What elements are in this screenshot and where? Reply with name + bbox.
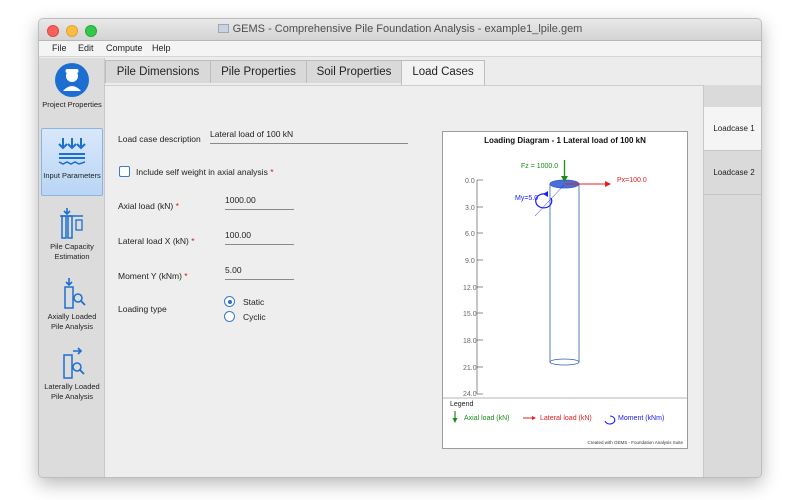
lateral-load-label-text: Lateral load X (kN) bbox=[118, 236, 189, 246]
self-weight-label: Include self weight in axial analysis * bbox=[136, 167, 274, 177]
moment-value: 5.00 bbox=[225, 265, 242, 275]
lateral-load-arrowhead bbox=[605, 181, 611, 187]
sidebar-item-label: Laterally Loaded Pile Analysis bbox=[44, 382, 100, 401]
legend-axial-label: Axial load (kN) bbox=[464, 415, 510, 422]
axial-load-input[interactable]: 1000.00 bbox=[225, 195, 294, 210]
moment-arrowhead bbox=[543, 191, 548, 197]
loadcase-sidebar: Loadcase 1 Loadcase 2 bbox=[703, 85, 761, 477]
axial-load-label-text: Axial load (kN) bbox=[118, 201, 174, 211]
sidebar-item-label: Pile Capacity Estimation bbox=[50, 242, 94, 261]
lateral-load-label: Lateral load X (kN) * bbox=[118, 236, 195, 246]
sidebar-item-label: Axially Loaded Pile Analysis bbox=[47, 312, 97, 331]
tab-load-cases[interactable]: Load Cases bbox=[401, 60, 485, 86]
tab-soil-properties[interactable]: Soil Properties bbox=[306, 60, 402, 83]
menu-compute[interactable]: Compute bbox=[106, 43, 143, 53]
required-mark: * bbox=[175, 201, 179, 211]
axial-load-label: Axial load (kN) * bbox=[118, 201, 179, 211]
my-label: My=5.0 bbox=[515, 195, 538, 202]
lateral-pile-icon bbox=[63, 347, 85, 379]
title-bar: GEMS - Comprehensive Pile Foundation Ana… bbox=[39, 19, 761, 41]
legend-lateral-label: Lateral load (kN) bbox=[540, 415, 592, 422]
diagram-title: Loading Diagram - 1 Lateral load of 100 … bbox=[484, 136, 646, 145]
sidebar-item-pile-capacity[interactable]: Pile Capacity Estimation bbox=[41, 204, 103, 270]
axial-pile-icon bbox=[64, 278, 86, 309]
depth-tick-label: 0.0 bbox=[465, 178, 475, 185]
radio-static[interactable] bbox=[224, 296, 235, 307]
pile-bottom bbox=[549, 358, 580, 366]
sidebar-item-label: Project Properties bbox=[42, 100, 102, 110]
sidebar-item-lateral-pile[interactable]: Laterally Loaded Pile Analysis bbox=[41, 344, 103, 410]
menu-bar: File Edit Compute Help bbox=[39, 41, 761, 57]
download-load-icon bbox=[58, 138, 86, 165]
depth-tick-label: 15.0 bbox=[463, 311, 477, 318]
diagram-footer: Created with GEMS - Foundation Analysis … bbox=[587, 440, 683, 445]
axial-load-value: 1000.00 bbox=[225, 195, 256, 205]
depth-tick-label: 3.0 bbox=[465, 205, 475, 212]
left-sidebar: Project Properties Input Parameters Pile… bbox=[39, 58, 105, 477]
loading-diagram-canvas: Loading Diagram - 1 Lateral load of 100 … bbox=[443, 136, 687, 445]
radio-cyclic-label: Cyclic bbox=[243, 312, 266, 322]
app-window: GEMS - Comprehensive Pile Foundation Ana… bbox=[38, 18, 762, 478]
moment-label-text: Moment Y (kNm) bbox=[118, 271, 182, 281]
depth-tick-label: 18.0 bbox=[463, 338, 477, 345]
depth-tick-label: 21.0 bbox=[463, 365, 477, 372]
description-value: Lateral load of 100 kN bbox=[210, 129, 294, 139]
loadcase-tab-1[interactable]: Loadcase 1 bbox=[704, 107, 761, 151]
menu-file[interactable]: File bbox=[52, 43, 67, 53]
menu-help[interactable]: Help bbox=[152, 43, 171, 53]
moment-label: Moment Y (kNm) * bbox=[118, 271, 188, 281]
description-label: Load case description bbox=[118, 134, 201, 144]
fz-label: Fz = 1000.0 bbox=[521, 163, 558, 170]
loading-type-label: Loading type bbox=[118, 304, 167, 314]
loading-diagram: Loading Diagram - 1 Lateral load of 100 … bbox=[442, 131, 688, 449]
lateral-load-value: 100.00 bbox=[225, 230, 251, 240]
load-cases-panel: Load case description Lateral load of 10… bbox=[105, 85, 703, 477]
window-title-wrap: GEMS - Comprehensive Pile Foundation Ana… bbox=[39, 23, 761, 35]
legend-moment-icon bbox=[604, 415, 616, 425]
legend-axial-arrowhead bbox=[452, 418, 458, 423]
description-input[interactable]: Lateral load of 100 kN bbox=[210, 129, 408, 144]
moment-input[interactable]: 5.00 bbox=[225, 265, 294, 280]
sidebar-item-input-parameters[interactable]: Input Parameters bbox=[41, 128, 103, 196]
legend-moment-label: Moment (kNm) bbox=[618, 415, 664, 422]
px-label: Px=100.0 bbox=[617, 177, 647, 184]
sidebar-item-label: Input Parameters bbox=[43, 171, 101, 181]
legend-title: Legend bbox=[450, 401, 473, 408]
sidebar-item-axial-pile[interactable]: Axially Loaded Pile Analysis bbox=[41, 274, 103, 340]
required-mark: * bbox=[184, 271, 188, 281]
depth-tick-label: 6.0 bbox=[465, 231, 475, 238]
legend-lateral-arrowhead bbox=[532, 416, 536, 420]
sidebar-item-project-properties[interactable]: Project Properties bbox=[41, 58, 103, 126]
menu-edit[interactable]: Edit bbox=[78, 43, 94, 53]
depth-tick-label: 9.0 bbox=[465, 258, 475, 265]
document-icon bbox=[217, 24, 229, 33]
loadcase-tab-2[interactable]: Loadcase 2 bbox=[704, 151, 761, 195]
depth-tick-label: 12.0 bbox=[463, 285, 477, 292]
tab-pile-properties[interactable]: Pile Properties bbox=[210, 60, 307, 83]
tab-bar: Pile Dimensions Pile Properties Soil Pro… bbox=[105, 58, 735, 86]
window-title: GEMS - Comprehensive Pile Foundation Ana… bbox=[232, 23, 583, 35]
required-mark: * bbox=[270, 167, 274, 177]
depth-tick-label: 24.0 bbox=[463, 391, 477, 398]
self-weight-checkbox[interactable] bbox=[119, 166, 130, 177]
lateral-load-input[interactable]: 100.00 bbox=[225, 230, 294, 245]
self-weight-label-text: Include self weight in axial analysis bbox=[136, 167, 268, 177]
radio-static-label: Static bbox=[243, 297, 265, 307]
required-mark: * bbox=[191, 236, 195, 246]
tab-pile-dimensions[interactable]: Pile Dimensions bbox=[105, 60, 211, 83]
radio-cyclic[interactable] bbox=[224, 311, 235, 322]
engineer-avatar-icon bbox=[55, 63, 89, 97]
pile-shaft bbox=[549, 183, 580, 363]
pile-capacity-icon bbox=[60, 208, 83, 239]
